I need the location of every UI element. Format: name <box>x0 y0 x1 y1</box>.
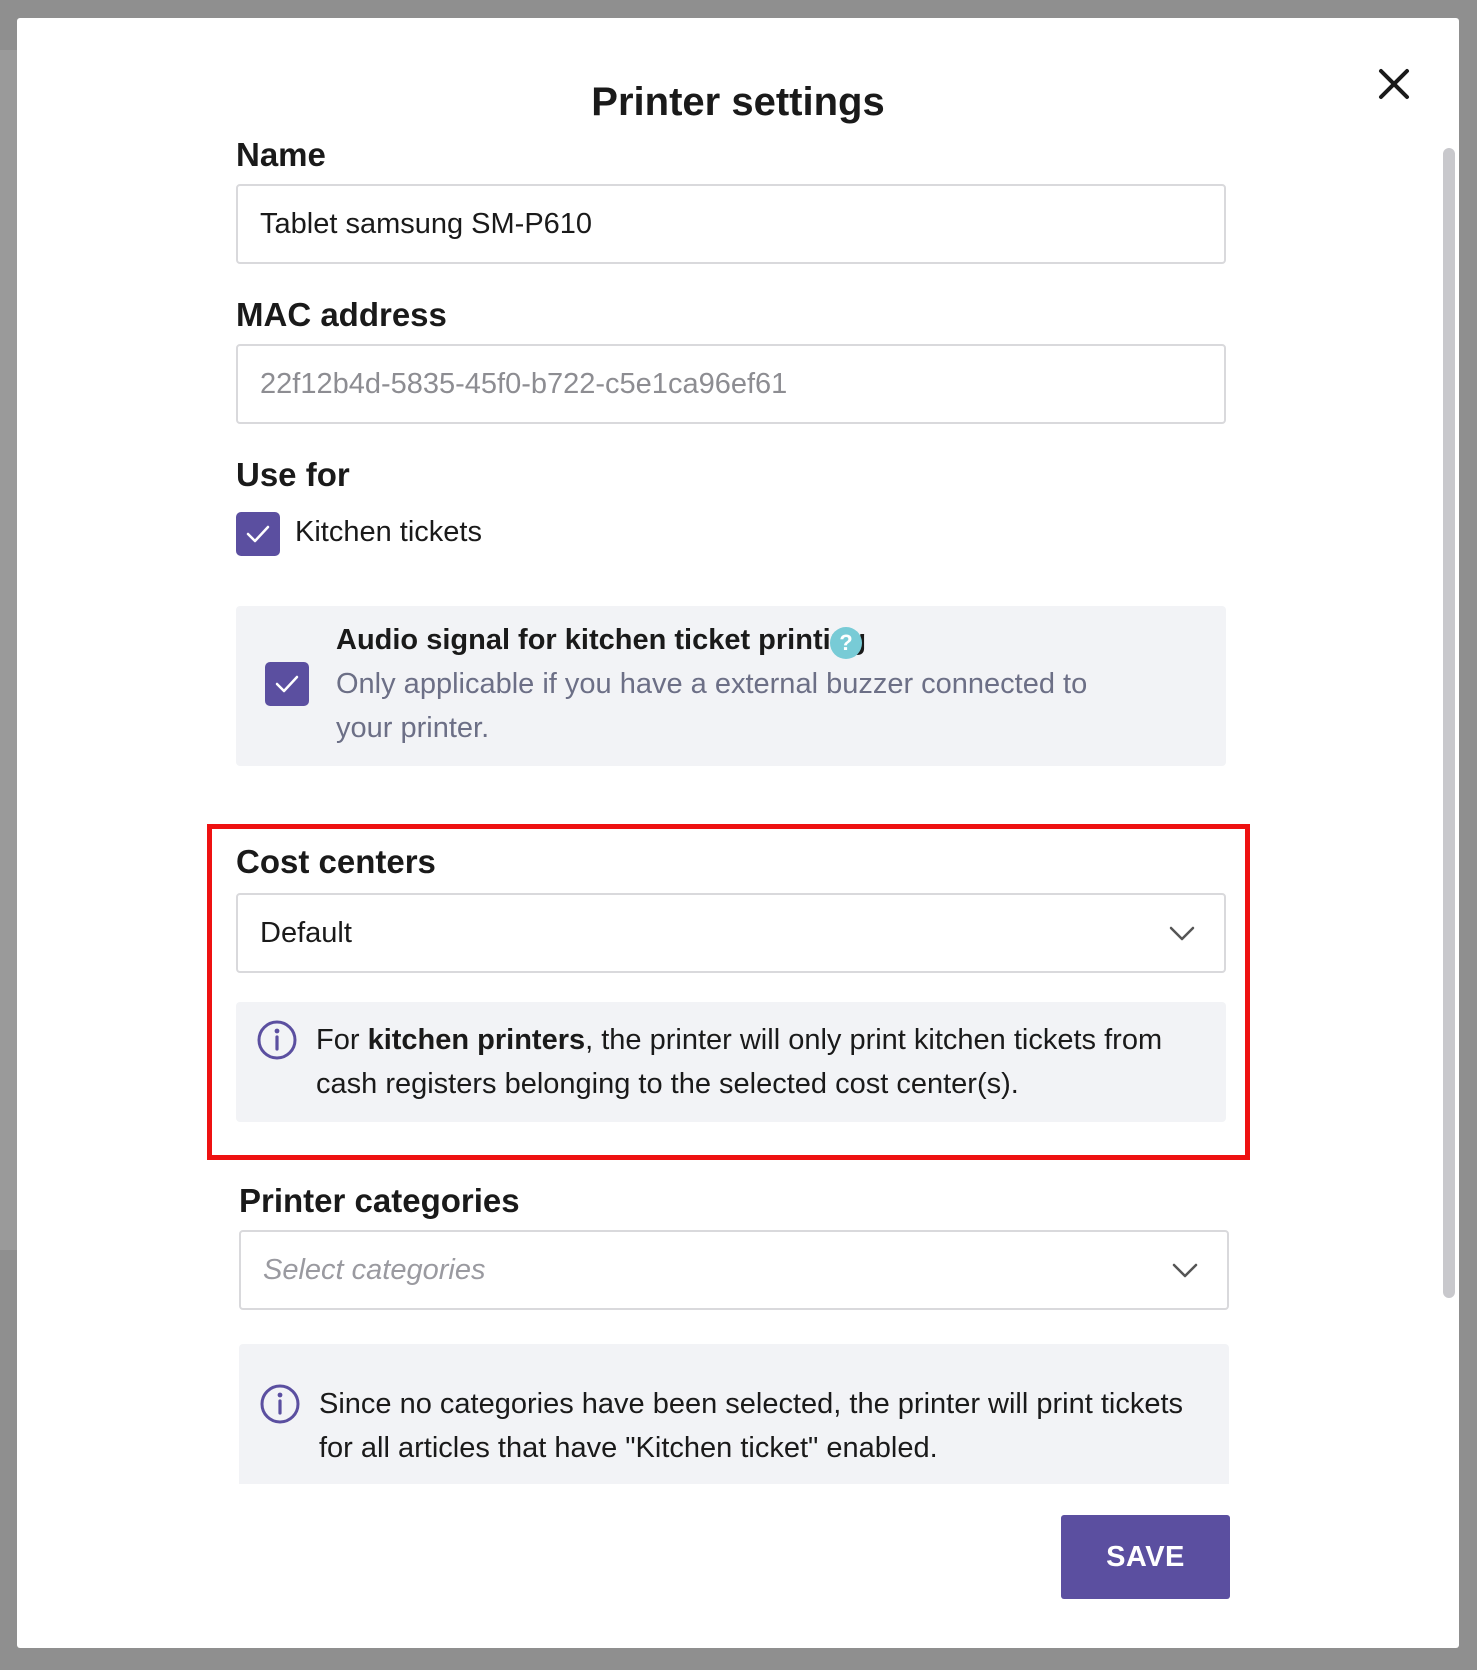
audio-signal-description: Only applicable if you have a external b… <box>336 668 1088 744</box>
cost-centers-select[interactable]: Default <box>236 893 1226 973</box>
dialog-title: Printer settings <box>591 80 885 124</box>
kitchen-tickets-label: Kitchen tickets <box>295 516 482 548</box>
printer-categories-info-text: Since no categories have been selected, … <box>319 1388 1184 1464</box>
info-icon <box>260 1384 300 1424</box>
info-icon <box>257 1020 297 1060</box>
scrollbar-thumb[interactable] <box>1443 148 1455 1298</box>
mac-address-field: 22f12b4d-5835-45f0-b722-c5e1ca96ef61 <box>236 344 1226 424</box>
save-button[interactable]: SAVE <box>1061 1515 1230 1599</box>
mac-address-label: MAC address <box>236 296 447 333</box>
printer-categories-select[interactable]: Select categories <box>239 1230 1229 1310</box>
printer-categories-placeholder: Select categories <box>263 1253 486 1286</box>
kitchen-tickets-checkbox[interactable] <box>236 512 280 556</box>
chevron-down-icon <box>1172 1263 1198 1278</box>
cost-centers-selected: Default <box>260 916 352 949</box>
use-for-label: Use for <box>236 456 350 493</box>
printer-categories-label: Printer categories <box>239 1182 520 1219</box>
cost-centers-info-text: For kitchen printers, the printer will o… <box>316 1024 1163 1100</box>
background-app <box>0 50 17 1250</box>
help-icon[interactable]: ? <box>830 627 862 659</box>
printer-settings-dialog: Printer settings Name Tablet samsung SM-… <box>17 18 1459 1648</box>
name-input[interactable]: Tablet samsung SM-P610 <box>236 184 1226 264</box>
audio-signal-checkbox[interactable] <box>265 662 309 706</box>
audio-signal-title: Audio signal for kitchen ticket printing <box>336 624 867 656</box>
chevron-down-icon <box>1169 926 1195 941</box>
cost-centers-label: Cost centers <box>236 843 436 880</box>
name-label: Name <box>236 136 326 173</box>
checkmark-icon <box>275 675 299 693</box>
checkmark-icon <box>246 525 270 543</box>
